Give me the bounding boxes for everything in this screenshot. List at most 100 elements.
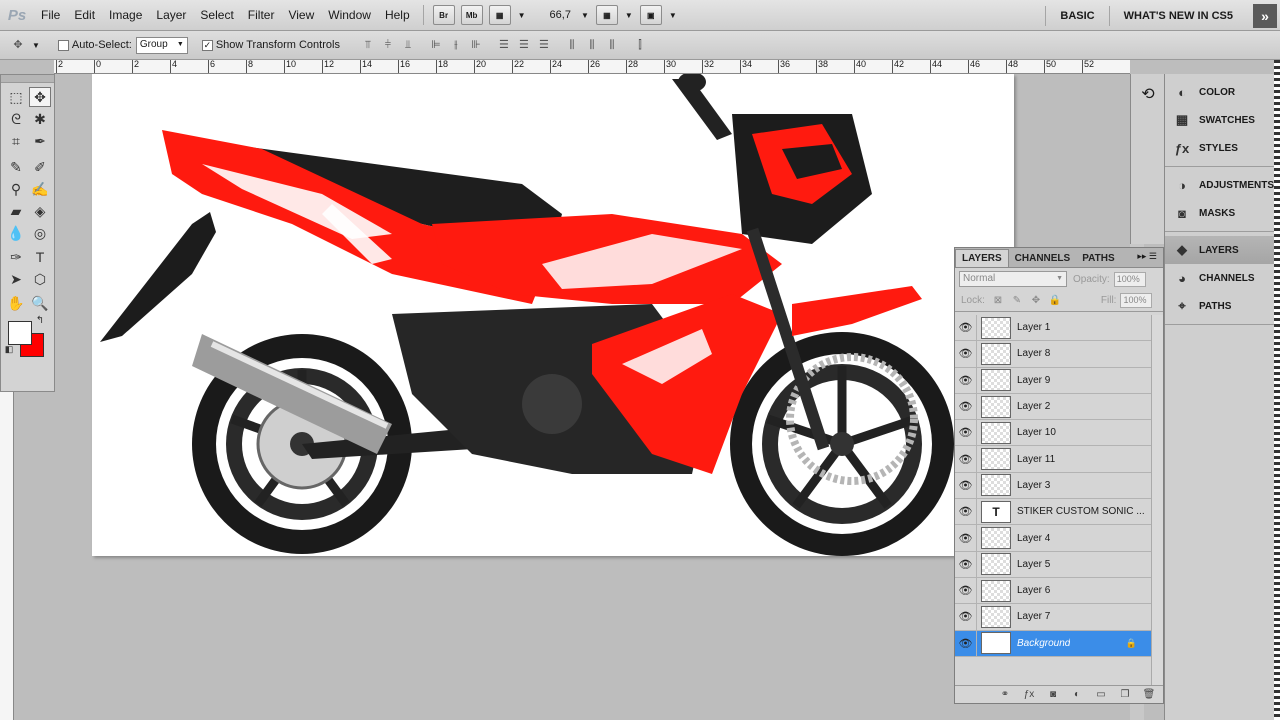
visibility-eye-icon[interactable]: 👁 bbox=[955, 604, 977, 630]
tab-paths[interactable]: PATHS bbox=[1076, 250, 1120, 267]
lock-pixels-icon[interactable]: ✎ bbox=[1011, 295, 1023, 307]
new-layer-icon[interactable]: ❐ bbox=[1117, 689, 1133, 700]
distribute-left-icon[interactable]: ⫼ bbox=[564, 38, 580, 52]
visibility-eye-icon[interactable]: 👁 bbox=[955, 367, 977, 393]
distribute-hcenter-icon[interactable]: ⫼ bbox=[584, 38, 600, 52]
distribute-bottom-icon[interactable]: ☰ bbox=[536, 38, 552, 52]
chevron-down-icon[interactable]: ▼ bbox=[581, 11, 589, 20]
auto-select-checkbox[interactable] bbox=[57, 39, 69, 51]
panel-swatches[interactable]: ▦ SWATCHES bbox=[1165, 106, 1280, 134]
panel-masks[interactable]: ◙ MASKS bbox=[1165, 199, 1280, 227]
menu-image[interactable]: Image bbox=[102, 0, 149, 31]
move-tool-icon[interactable]: ✥ bbox=[10, 38, 26, 52]
visibility-eye-icon[interactable]: 👁 bbox=[955, 525, 977, 551]
panel-channels[interactable]: ◕ CHANNELS bbox=[1165, 264, 1280, 292]
paint-bucket-tool-icon[interactable]: ◈ bbox=[29, 201, 51, 221]
layer-row[interactable]: 👁 Layer 8 bbox=[955, 341, 1151, 368]
layer-list-scrollbar[interactable] bbox=[1151, 315, 1163, 685]
eraser-tool-icon[interactable]: ▰ bbox=[5, 201, 27, 221]
visibility-eye-icon[interactable]: 👁 bbox=[955, 551, 977, 577]
auto-align-icon[interactable]: ⫿ bbox=[632, 38, 648, 52]
screen-mode-button[interactable]: ▣ bbox=[639, 5, 662, 25]
new-group-icon[interactable]: ▭ bbox=[1093, 689, 1109, 700]
clone-stamp-tool-icon[interactable]: ⚲ bbox=[5, 179, 27, 199]
align-top-icon[interactable]: ⫪ bbox=[360, 38, 376, 52]
layer-row[interactable]: 👁 Layer 5 bbox=[955, 551, 1151, 578]
menu-filter[interactable]: Filter bbox=[241, 0, 282, 31]
zoom-tool-icon[interactable]: 🔍 bbox=[29, 293, 51, 313]
layer-row[interactable]: 👁 Layer 4 bbox=[955, 525, 1151, 552]
arrange-documents-button[interactable]: ▦ bbox=[595, 5, 618, 25]
trash-icon[interactable]: 🗑 bbox=[1141, 689, 1157, 700]
panel-layers[interactable]: ◆ LAYERS bbox=[1165, 236, 1280, 264]
chevron-down-icon[interactable]: ▼ bbox=[669, 11, 677, 20]
adjustment-layer-icon[interactable]: ◐ bbox=[1069, 689, 1085, 700]
history-panel-icon[interactable]: ⟲ bbox=[1137, 84, 1159, 106]
menu-help[interactable]: Help bbox=[378, 0, 417, 31]
mini-bridge-button[interactable]: Mb bbox=[460, 5, 483, 25]
shape-tool-icon[interactable]: ⬡ bbox=[29, 269, 51, 289]
auto-select-dropdown[interactable]: Group ▼ bbox=[135, 36, 188, 54]
eyedropper-tool-icon[interactable]: ✒ bbox=[29, 131, 51, 151]
visibility-eye-icon[interactable]: 👁 bbox=[955, 446, 977, 472]
bridge-button[interactable]: Br bbox=[432, 5, 455, 25]
zoom-level[interactable]: 66,7 bbox=[550, 9, 571, 21]
brush-tool-icon[interactable]: ✐ bbox=[29, 157, 51, 177]
fill-field[interactable]: 100% bbox=[1120, 293, 1153, 308]
tab-layers[interactable]: LAYERS bbox=[955, 249, 1009, 267]
layer-row[interactable]: 👁 Layer 6 bbox=[955, 577, 1151, 605]
horizontal-ruler[interactable]: 2 0 2 4 6 8 10 12 14 16 18 20 22 24 26 28 30 32 34 36 38 40 42… bbox=[54, 60, 1130, 74]
layer-row[interactable]: 👁 Layer 11 bbox=[955, 446, 1151, 473]
visibility-eye-icon[interactable]: 👁 bbox=[955, 393, 977, 420]
layer-row[interactable]: 👁 Layer 9 bbox=[955, 367, 1151, 394]
align-vcenter-icon[interactable]: ⫩ bbox=[380, 38, 396, 52]
tab-channels[interactable]: CHANNELS bbox=[1009, 250, 1077, 267]
align-left-icon[interactable]: ⊫ bbox=[428, 38, 444, 52]
marquee-tool-icon[interactable]: ⬚ bbox=[5, 87, 27, 107]
panel-color[interactable]: ◐ COLOR bbox=[1165, 78, 1280, 106]
menu-window[interactable]: Window bbox=[321, 0, 378, 31]
lasso-tool-icon[interactable]: ᘓ bbox=[5, 109, 27, 129]
menu-view[interactable]: View bbox=[281, 0, 321, 31]
distribute-vcenter-icon[interactable]: ☰ bbox=[516, 38, 532, 52]
document-canvas[interactable] bbox=[92, 74, 1014, 556]
align-right-icon[interactable]: ⊪ bbox=[468, 38, 484, 52]
lock-position-icon[interactable]: ✥ bbox=[1030, 295, 1042, 307]
lock-transparent-icon[interactable]: ⊠ bbox=[992, 295, 1004, 307]
add-mask-icon[interactable]: ◙ bbox=[1045, 689, 1061, 700]
chevron-down-icon[interactable]: ▼ bbox=[32, 41, 40, 50]
workspace-whats-new[interactable]: WHAT'S NEW IN CS5 bbox=[1108, 5, 1247, 26]
menu-file[interactable]: File bbox=[34, 0, 67, 31]
layer-style-icon[interactable]: ƒx bbox=[1021, 689, 1037, 700]
view-extras-button[interactable]: ▦ bbox=[488, 5, 511, 25]
move-tool-icon[interactable]: ✥ bbox=[29, 87, 51, 107]
blur-tool-icon[interactable]: 💧 bbox=[5, 223, 27, 243]
chevron-down-icon[interactable]: ▼ bbox=[518, 11, 526, 20]
distribute-top-icon[interactable]: ☰ bbox=[496, 38, 512, 52]
foreground-color-swatch[interactable] bbox=[8, 321, 32, 345]
quick-select-tool-icon[interactable]: ✱ bbox=[29, 109, 51, 129]
distribute-right-icon[interactable]: ⫼ bbox=[604, 38, 620, 52]
layer-row[interactable]: 👁 Layer 10 bbox=[955, 420, 1151, 447]
visibility-eye-icon[interactable]: 👁 bbox=[955, 630, 977, 656]
panel-adjustments[interactable]: ◑ ADJUSTMENTS bbox=[1165, 171, 1280, 199]
menu-layer[interactable]: Layer bbox=[149, 0, 193, 31]
opacity-field[interactable]: 100% bbox=[1113, 271, 1146, 287]
layer-row[interactable]: 👁 Layer 2 bbox=[955, 393, 1151, 421]
visibility-eye-icon[interactable]: 👁 bbox=[955, 315, 977, 341]
visibility-eye-icon[interactable]: 👁 bbox=[955, 499, 977, 525]
pen-tool-icon[interactable]: ✑ bbox=[5, 247, 27, 267]
dodge-tool-icon[interactable]: ◎ bbox=[29, 223, 51, 243]
link-layers-icon[interactable]: ⚭ bbox=[997, 689, 1013, 700]
visibility-eye-icon[interactable]: 👁 bbox=[955, 341, 977, 367]
expand-workspaces-icon[interactable]: » bbox=[1253, 3, 1277, 28]
vertical-ruler[interactable] bbox=[0, 392, 14, 720]
path-select-tool-icon[interactable]: ➤ bbox=[5, 269, 27, 289]
layer-row[interactable]: 👁 Layer 7 bbox=[955, 604, 1151, 631]
align-bottom-icon[interactable]: ⫫ bbox=[400, 38, 416, 52]
healing-brush-tool-icon[interactable]: ✎ bbox=[5, 157, 27, 177]
chevron-down-icon[interactable]: ▼ bbox=[625, 11, 633, 20]
show-transform-checkbox[interactable]: ✓ bbox=[201, 39, 213, 51]
swap-colors-icon[interactable]: ↰ bbox=[33, 313, 47, 327]
type-tool-icon[interactable]: T bbox=[29, 247, 51, 267]
